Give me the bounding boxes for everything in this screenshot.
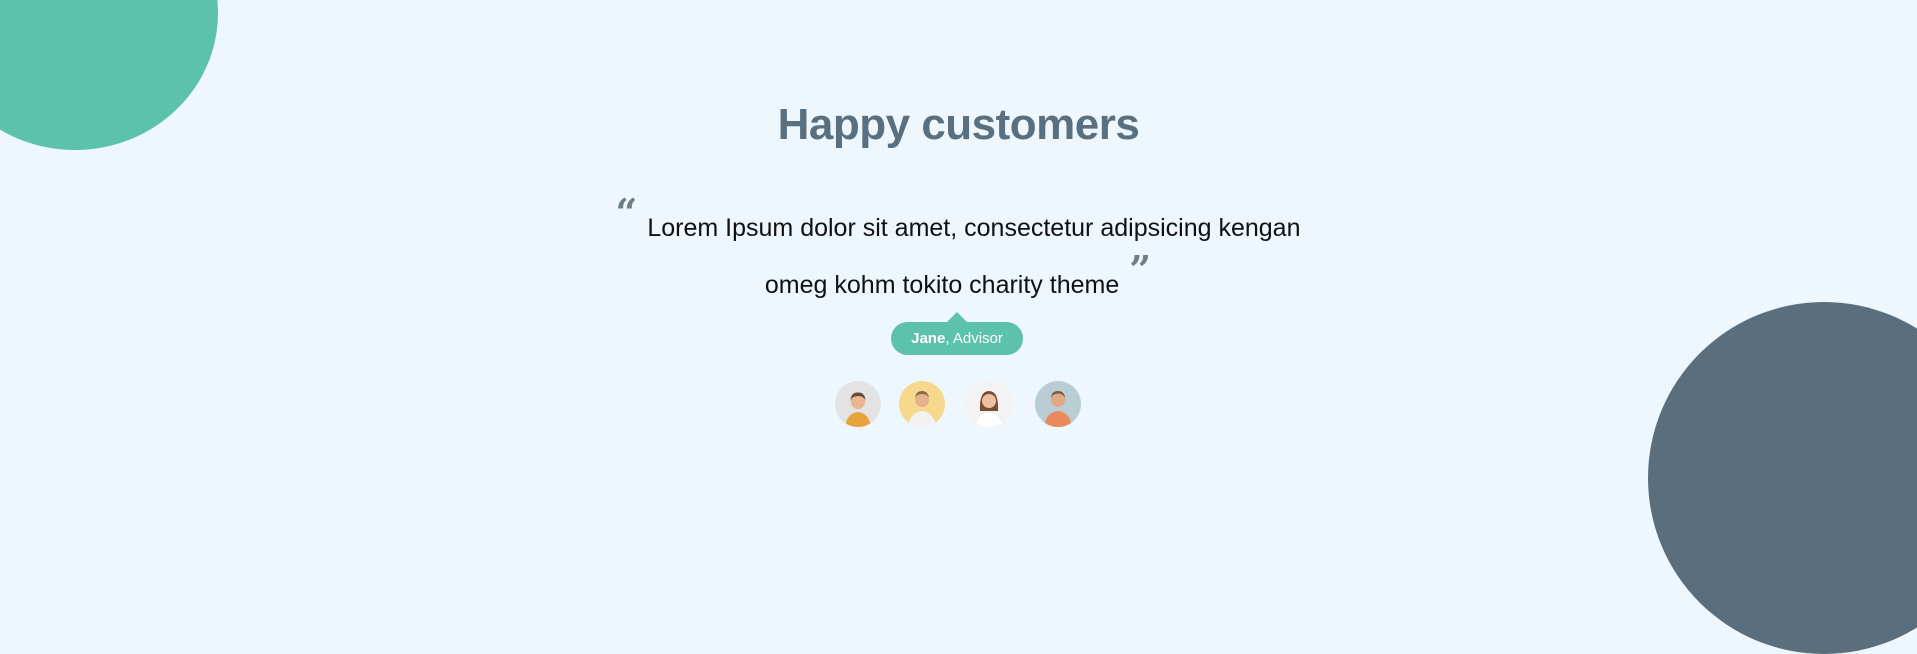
person-icon <box>835 381 881 427</box>
close-quote-icon: ” <box>1129 247 1152 292</box>
quote-text-line-2: omeg kohm tokito charity theme <box>764 271 1120 299</box>
open-quote-icon: “ <box>615 190 638 235</box>
person-icon <box>1035 381 1081 427</box>
person-icon <box>966 381 1012 427</box>
customer-avatar-3[interactable] <box>966 381 1012 427</box>
author-role: Advisor <box>952 330 1003 347</box>
customer-avatar-4[interactable] <box>1035 381 1081 427</box>
avatar-face <box>982 394 996 408</box>
person-icon <box>899 381 945 427</box>
decorative-circle-slate <box>1648 302 1917 654</box>
section-title: Happy customers <box>777 100 1140 149</box>
author-badge: Jane, Advisor <box>891 312 1023 355</box>
testimonial-quote: “ Lorem Ipsum dolor sit amet, consectetur… <box>548 190 1368 311</box>
author-name: Jane <box>911 330 946 347</box>
customer-avatar-2[interactable] <box>899 381 945 427</box>
author-separator: , <box>945 330 953 347</box>
customer-avatar-1[interactable] <box>835 381 881 427</box>
quote-text-line-1: Lorem Ipsum dolor sit amet, consectetur … <box>647 214 1301 242</box>
